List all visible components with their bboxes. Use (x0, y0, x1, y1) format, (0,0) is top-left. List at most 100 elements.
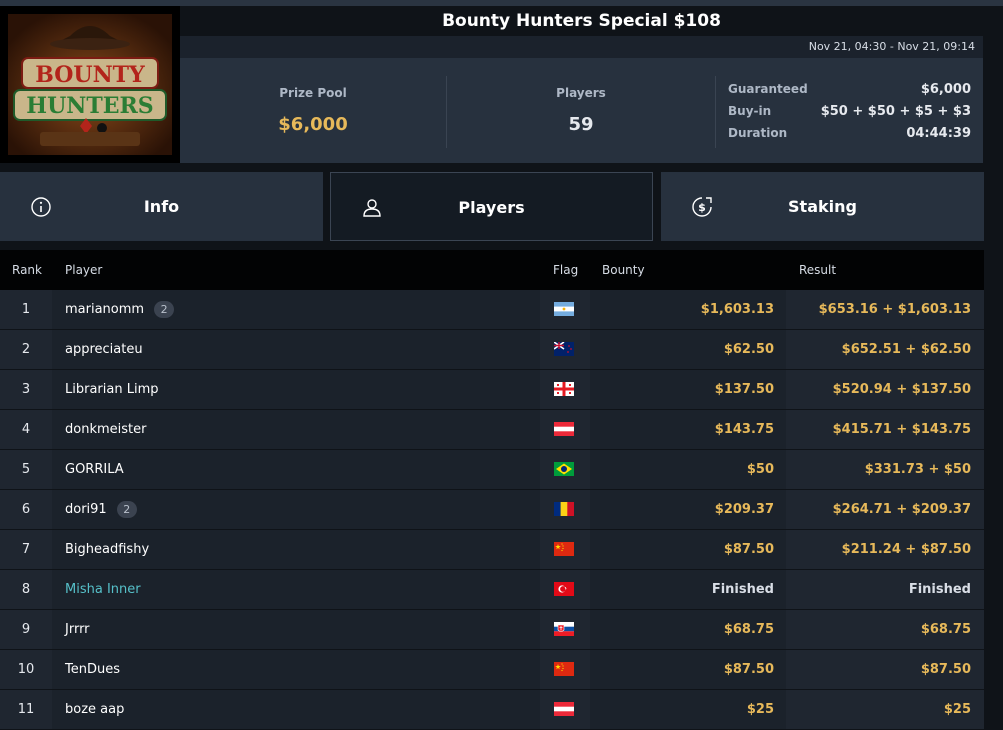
table-row[interactable]: 7 Bigheadfishy $87.50 $211.24 + $87.50 (0, 530, 984, 570)
result-cell: $653.16 + $1,603.13 (787, 290, 984, 329)
player-cell: marianomm 2 (52, 290, 540, 329)
flag-cell (541, 530, 589, 569)
player-cell: Jrrrr (52, 610, 540, 649)
georgia-flag-icon (554, 382, 574, 396)
rank-cell: 7 (21, 542, 31, 557)
player-name[interactable]: boze aap (65, 702, 124, 717)
bounty-cell: Finished (590, 570, 786, 609)
table-row[interactable]: 5 GORRILA $50 $331.73 + $50 (0, 450, 984, 490)
stats-divider (715, 76, 716, 148)
player-cell: dori91 2 (52, 490, 540, 529)
player-cell: appreciateu (52, 330, 540, 369)
tab-staking-label: Staking (788, 197, 857, 216)
rank-cell: 3 (21, 382, 31, 397)
flag-cell (541, 450, 589, 489)
table-header: Rank Player Flag Bounty Result (0, 250, 984, 290)
austria-flag-icon (554, 422, 574, 436)
result-cell: $415.71 + $143.75 (787, 410, 984, 449)
bounty-cell: $25 (590, 690, 786, 729)
table-body: 1 marianomm 2 $1,603.13 $653.16 + $1,603.13 2… (0, 290, 984, 730)
tab-info[interactable]: Info (0, 172, 323, 241)
new-zealand-flag-icon (554, 342, 574, 356)
players-value: 59 (568, 114, 594, 135)
flag-cell (541, 570, 589, 609)
rank-cell: 2 (21, 342, 31, 357)
result-cell: $68.75 (787, 610, 984, 649)
tournament-time-range: Nov 21, 04:30 - Nov 21, 09:14 (180, 36, 983, 58)
player-name[interactable]: Bigheadfishy (65, 542, 149, 557)
player-name[interactable]: Misha Inner (65, 582, 141, 597)
entries-badge: 2 (154, 301, 175, 318)
header-player[interactable]: Player (65, 250, 102, 290)
bounty-cell: $87.50 (590, 650, 786, 689)
china-flag-icon (554, 662, 574, 676)
result-cell: $25 (787, 690, 984, 729)
rank-cell: 11 (17, 702, 35, 717)
tab-staking[interactable]: $ Staking (661, 172, 984, 241)
china-flag-icon (554, 542, 574, 556)
rank-cell: 9 (21, 622, 31, 637)
guaranteed-label: Guaranteed (728, 82, 808, 96)
tab-players-label: Players (458, 198, 525, 217)
result-cell: $652.51 + $62.50 (787, 330, 984, 369)
table-row[interactable]: 11 boze aap $25 $25 (0, 690, 984, 730)
prize-pool-value: $6,000 (278, 114, 348, 135)
flag-cell (541, 370, 589, 409)
header-bounty[interactable]: Bounty (602, 250, 645, 290)
austria-flag-icon (554, 702, 574, 716)
tournament-title: Bounty Hunters Special $108 (442, 11, 721, 31)
table-row[interactable]: 10 TenDues $87.50 $87.50 (0, 650, 984, 690)
player-name[interactable]: GORRILA (65, 462, 124, 477)
flag-cell (541, 490, 589, 529)
player-name[interactable]: donkmeister (65, 422, 146, 437)
players-stat: Players 59 (447, 58, 715, 163)
player-cell: Bigheadfishy (52, 530, 540, 569)
player-name[interactable]: marianomm (65, 302, 144, 317)
prize-pool-label: Prize Pool (279, 86, 347, 100)
header-rank[interactable]: Rank (12, 250, 42, 290)
table-row[interactable]: 1 marianomm 2 $1,603.13 $653.16 + $1,603.13 (0, 290, 984, 330)
argentina-flag-icon (554, 302, 574, 316)
svg-text:BOUNTY: BOUNTY (35, 62, 145, 88)
tournament-stats-panel: Prize Pool $6,000 Players 59 Guaranteed … (180, 58, 983, 163)
romania-flag-icon (554, 502, 574, 516)
table-row[interactable]: 8 Misha Inner Finished Finished (0, 570, 984, 610)
slovakia-flag-icon (554, 622, 574, 636)
player-name[interactable]: TenDues (65, 662, 120, 677)
header-result[interactable]: Result (799, 250, 836, 290)
svg-text:HUNTERS: HUNTERS (26, 93, 153, 119)
header-flag[interactable]: Flag (553, 250, 578, 290)
table-row[interactable]: 9 Jrrrr $68.75 $68.75 (0, 610, 984, 650)
player-cell: GORRILA (52, 450, 540, 489)
tab-info-label: Info (143, 197, 180, 216)
flag-cell (541, 330, 589, 369)
rank-cell: 4 (21, 422, 31, 437)
player-name[interactable]: Librarian Limp (65, 382, 158, 397)
scrollbar[interactable] (984, 250, 1003, 719)
table-row[interactable]: 6 dori91 2 $209.37 $264.71 + $209.37 (0, 490, 984, 530)
players-table: Rank Player Flag Bounty Result 1 marianom… (0, 250, 984, 730)
rank-cell: 6 (21, 502, 31, 517)
player-cell: TenDues (52, 650, 540, 689)
player-cell: Librarian Limp (52, 370, 540, 409)
tournament-logo: BOUNTY HUNTERS (0, 6, 180, 163)
bounty-cell: $1,603.13 (590, 290, 786, 329)
table-row[interactable]: 4 donkmeister $143.75 $415.71 + $143.75 (0, 410, 984, 450)
duration-label: Duration (728, 126, 788, 140)
bounty-hunters-logo-image: BOUNTY HUNTERS (8, 14, 172, 155)
bounty-cell: $68.75 (590, 610, 786, 649)
player-name[interactable]: Jrrrr (65, 622, 90, 637)
table-row[interactable]: 3 Librarian Limp $137.50 $520.94 + $137.50 (0, 370, 984, 410)
player-name[interactable]: appreciateu (65, 342, 143, 357)
result-cell: $520.94 + $137.50 (787, 370, 984, 409)
player-name[interactable]: dori91 (65, 502, 107, 517)
result-cell: Finished (787, 570, 984, 609)
table-row[interactable]: 2 appreciateu $62.50 $652.51 + $62.50 (0, 330, 984, 370)
buyin-value: $50 + $50 + $5 + $3 (820, 104, 971, 119)
result-cell: $331.73 + $50 (787, 450, 984, 489)
bounty-cell: $50 (590, 450, 786, 489)
bounty-cell: $62.50 (590, 330, 786, 369)
buyin-label: Buy-in (728, 104, 772, 118)
brazil-flag-icon (554, 462, 574, 476)
tab-players[interactable]: Players (330, 172, 653, 241)
